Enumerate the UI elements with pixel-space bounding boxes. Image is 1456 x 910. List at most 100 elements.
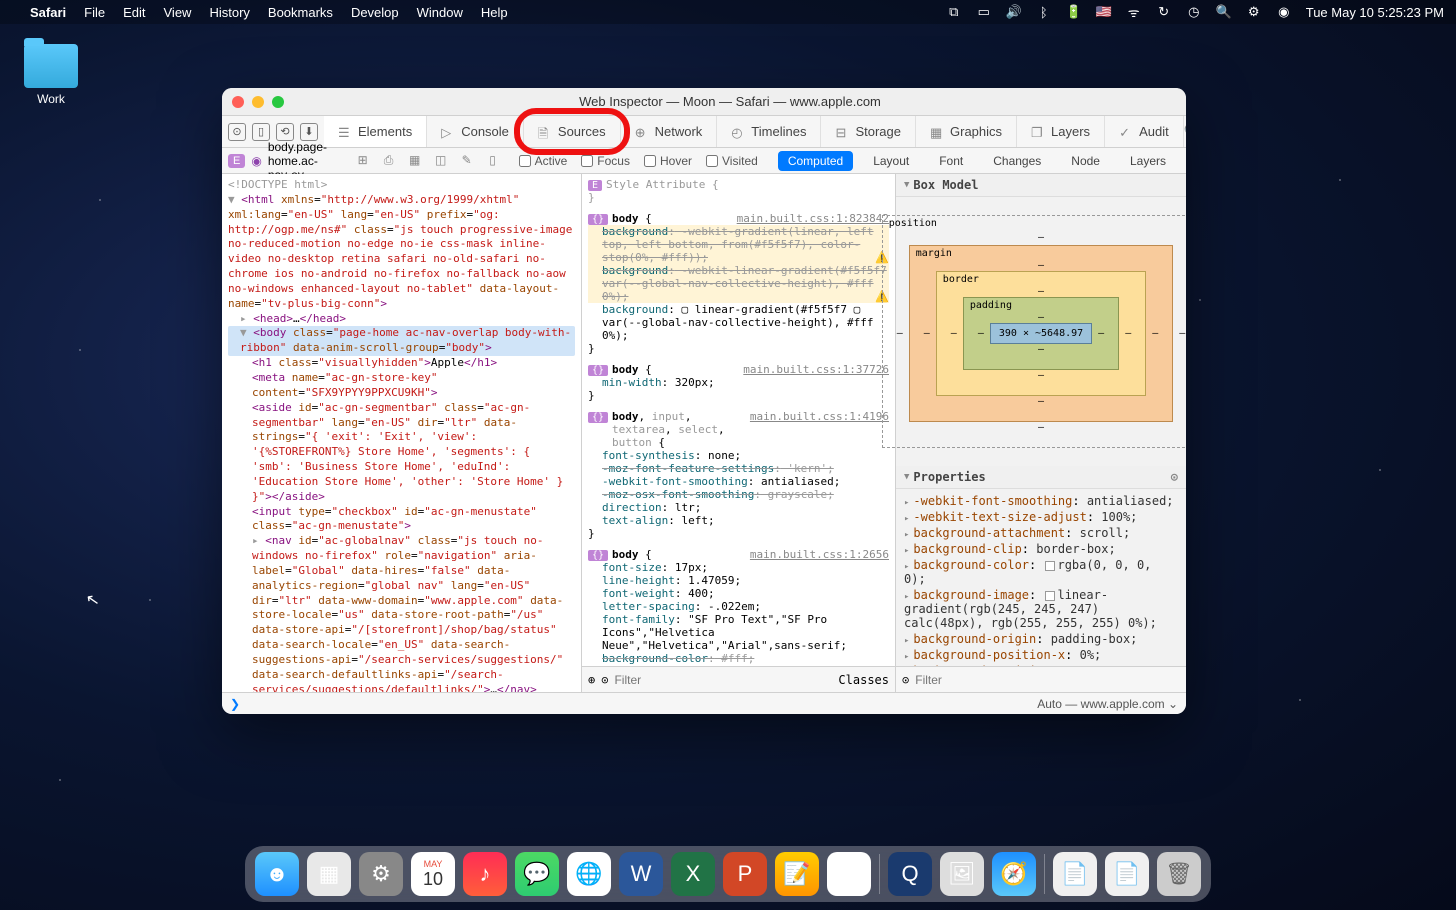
download-icon[interactable]: ⬇ — [300, 123, 318, 141]
tab-sources[interactable]: 🗎Sources — [524, 116, 621, 147]
computed-property[interactable]: background-clip: border-box; — [904, 541, 1178, 557]
bluetooth-icon[interactable]: ᛒ — [1036, 4, 1052, 20]
dom-doctype[interactable]: <!DOCTYPE html> — [228, 178, 575, 193]
style-property[interactable]: -webkit-font-smoothing: antialiased; — [588, 475, 889, 488]
dock-messages[interactable]: 💬 — [515, 852, 559, 896]
dock-doc1[interactable]: 📄 — [1053, 852, 1097, 896]
dom-head[interactable]: ▸ <head>…</head> — [228, 312, 575, 327]
search-icon[interactable]: 🔍 — [1216, 4, 1232, 20]
style-rule[interactable]: {}body {main.built.css:1:823842backgroun… — [588, 212, 889, 355]
style-property[interactable]: min-width: 320px; — [588, 376, 889, 389]
dom-meta[interactable]: <meta name="ac-gn-store-key" content="SF… — [228, 371, 575, 401]
dom-tree-pane[interactable]: <!DOCTYPE html> ▼ <html xmlns="http://ww… — [222, 174, 582, 692]
desktop-folder-work[interactable]: Work — [24, 44, 78, 106]
dock-preview[interactable]: 🖼 — [940, 852, 984, 896]
properties-filter-icon[interactable]: ⊙ — [1171, 470, 1178, 484]
sidebar-tab-layers[interactable]: Layers — [1120, 151, 1176, 171]
tab-elements[interactable]: ☰Elements — [324, 116, 427, 147]
dom-html[interactable]: <html xmlns="http://www.w3.org/1999/xhtm… — [228, 193, 572, 310]
app-name-menu[interactable]: Safari — [30, 5, 66, 20]
grid-icon[interactable]: ◫ — [433, 153, 449, 168]
close-button[interactable] — [232, 96, 244, 108]
style-property[interactable]: font-weight: 400; — [588, 587, 889, 600]
dock-notes[interactable]: 📝 — [775, 852, 819, 896]
style-property[interactable]: background: -webkit-linear-gradient(#f5f… — [588, 264, 889, 303]
dock-word[interactable]: W — [619, 852, 663, 896]
menu-history[interactable]: History — [209, 5, 249, 20]
style-attribute-block[interactable]: EStyle Attribute { } — [588, 178, 889, 204]
style-property[interactable]: direction: ltr; — [588, 501, 889, 514]
search-tab-icon[interactable]: 🔍 — [1184, 123, 1186, 140]
panels-icon[interactable]: ▦ — [407, 153, 423, 168]
dock-launchpad[interactable]: ▦ — [307, 852, 351, 896]
tab-storage[interactable]: ⊟Storage — [821, 116, 916, 147]
console-drawer-toggle[interactable]: ❯ — [222, 697, 248, 711]
sidebar-tab-node[interactable]: Node — [1061, 151, 1110, 171]
battery-icon[interactable]: 🔋 — [1066, 4, 1082, 20]
filter-active[interactable]: Active — [519, 154, 568, 168]
dom-aside[interactable]: <aside id="ac-gn-segmentbar" class="ac-g… — [228, 401, 575, 505]
clock-icon[interactable]: ◷ — [1186, 4, 1202, 20]
menu-bookmarks[interactable]: Bookmarks — [268, 5, 333, 20]
tab-layers[interactable]: ❐Layers — [1017, 116, 1105, 147]
dock-trash[interactable]: 🗑 — [1157, 852, 1201, 896]
computed-property[interactable]: -webkit-font-smoothing: antialiased; — [904, 493, 1178, 509]
computed-properties-list[interactable]: -webkit-font-smoothing: antialiased;-web… — [896, 489, 1186, 666]
computed-property[interactable]: background-image: linear-gradient(rgb(24… — [904, 587, 1178, 631]
breadcrumb-badge[interactable]: E — [228, 154, 245, 168]
style-property[interactable]: background: -webkit-gradient(linear, lef… — [588, 225, 889, 264]
style-property[interactable]: font-family: "SF Pro Text","SF Pro Icons… — [588, 613, 889, 652]
minimize-button[interactable] — [252, 96, 264, 108]
flag-icon[interactable]: 🇺🇸 — [1096, 4, 1112, 20]
filter-focus[interactable]: Focus — [581, 154, 630, 168]
box-model-diagram[interactable]: position – – margin – – border – – paddi… — [896, 197, 1186, 466]
sidebar-tab-layout[interactable]: Layout — [863, 151, 919, 171]
dom-input[interactable]: <input type="checkbox" id="ac-gn-menusta… — [228, 505, 575, 535]
style-property[interactable]: -moz-osx-font-smoothing: grayscale; — [588, 488, 889, 501]
sidebar-tab-font[interactable]: Font — [929, 151, 973, 171]
zoom-button[interactable] — [272, 96, 284, 108]
style-property[interactable]: -moz-font-feature-settings: 'kern'; — [588, 462, 889, 475]
style-property[interactable]: letter-spacing: -.022em; — [588, 600, 889, 613]
dom-h1[interactable]: <h1 class="visuallyhidden">Apple</h1> — [228, 356, 575, 371]
inspect-icon[interactable]: ⊙ — [228, 123, 246, 141]
rendering-emulation-label[interactable]: Auto — www.apple.com ⌄ — [1029, 697, 1186, 711]
tab-audit[interactable]: ✓Audit — [1105, 116, 1184, 147]
style-property[interactable]: font-synthesis: none; — [588, 449, 889, 462]
style-property[interactable]: background-color: #fff; — [588, 652, 889, 665]
menubar-clock[interactable]: Tue May 10 5:25:23 PM — [1306, 5, 1444, 20]
style-property[interactable]: font-size: 17px; — [588, 561, 889, 574]
volume-icon[interactable]: 🔊 — [1006, 4, 1022, 20]
style-property[interactable]: background: ▢ linear-gradient(#f5f5f7 ▢ … — [588, 303, 889, 342]
dock-finder[interactable]: ☻ — [255, 852, 299, 896]
dropbox-icon[interactable]: ⧉ — [946, 4, 962, 20]
menu-help[interactable]: Help — [481, 5, 508, 20]
computed-property[interactable]: -webkit-text-size-adjust: 100%; — [904, 509, 1178, 525]
siri-icon[interactable]: ◉ — [1276, 4, 1292, 20]
menu-develop[interactable]: Develop — [351, 5, 399, 20]
device-toggle-icon[interactable]: ▯ — [485, 153, 501, 168]
dom-nav[interactable]: ▸ <nav id="ac-globalnav" class="js touch… — [228, 534, 575, 692]
menu-file[interactable]: File — [84, 5, 105, 20]
device-icon[interactable]: ▯ — [252, 123, 270, 141]
dock-settings[interactable]: ⚙ — [359, 852, 403, 896]
tab-timelines[interactable]: ◴Timelines — [717, 116, 821, 147]
wifi-icon[interactable]: ᯤ — [1126, 4, 1142, 20]
box-model-section-header[interactable]: Box Model — [896, 174, 1186, 197]
dock-chrome[interactable]: 🌐 — [567, 852, 611, 896]
tab-graphics[interactable]: ▦Graphics — [916, 116, 1017, 147]
properties-section-header[interactable]: Properties⊙ — [896, 466, 1186, 489]
add-rule-icon[interactable]: ⊕ — [588, 673, 595, 687]
tab-network[interactable]: ⊕Network — [621, 116, 718, 147]
paint-icon[interactable]: ✎ — [459, 153, 475, 168]
control-center-icon[interactable]: ⚙ — [1246, 4, 1262, 20]
dock-calendar[interactable]: MAY10 — [411, 852, 455, 896]
style-property[interactable]: text-align: left; — [588, 514, 889, 527]
menu-window[interactable]: Window — [417, 5, 463, 20]
dock-slack[interactable]: ✱ — [827, 852, 871, 896]
window-titlebar[interactable]: Web Inspector — Moon — Safari — www.appl… — [222, 88, 1186, 116]
computed-filter-input[interactable] — [915, 673, 1180, 687]
tab-console[interactable]: ▷Console — [427, 116, 524, 147]
dock-excel[interactable]: X — [671, 852, 715, 896]
computed-property[interactable]: background-origin: padding-box; — [904, 631, 1178, 647]
